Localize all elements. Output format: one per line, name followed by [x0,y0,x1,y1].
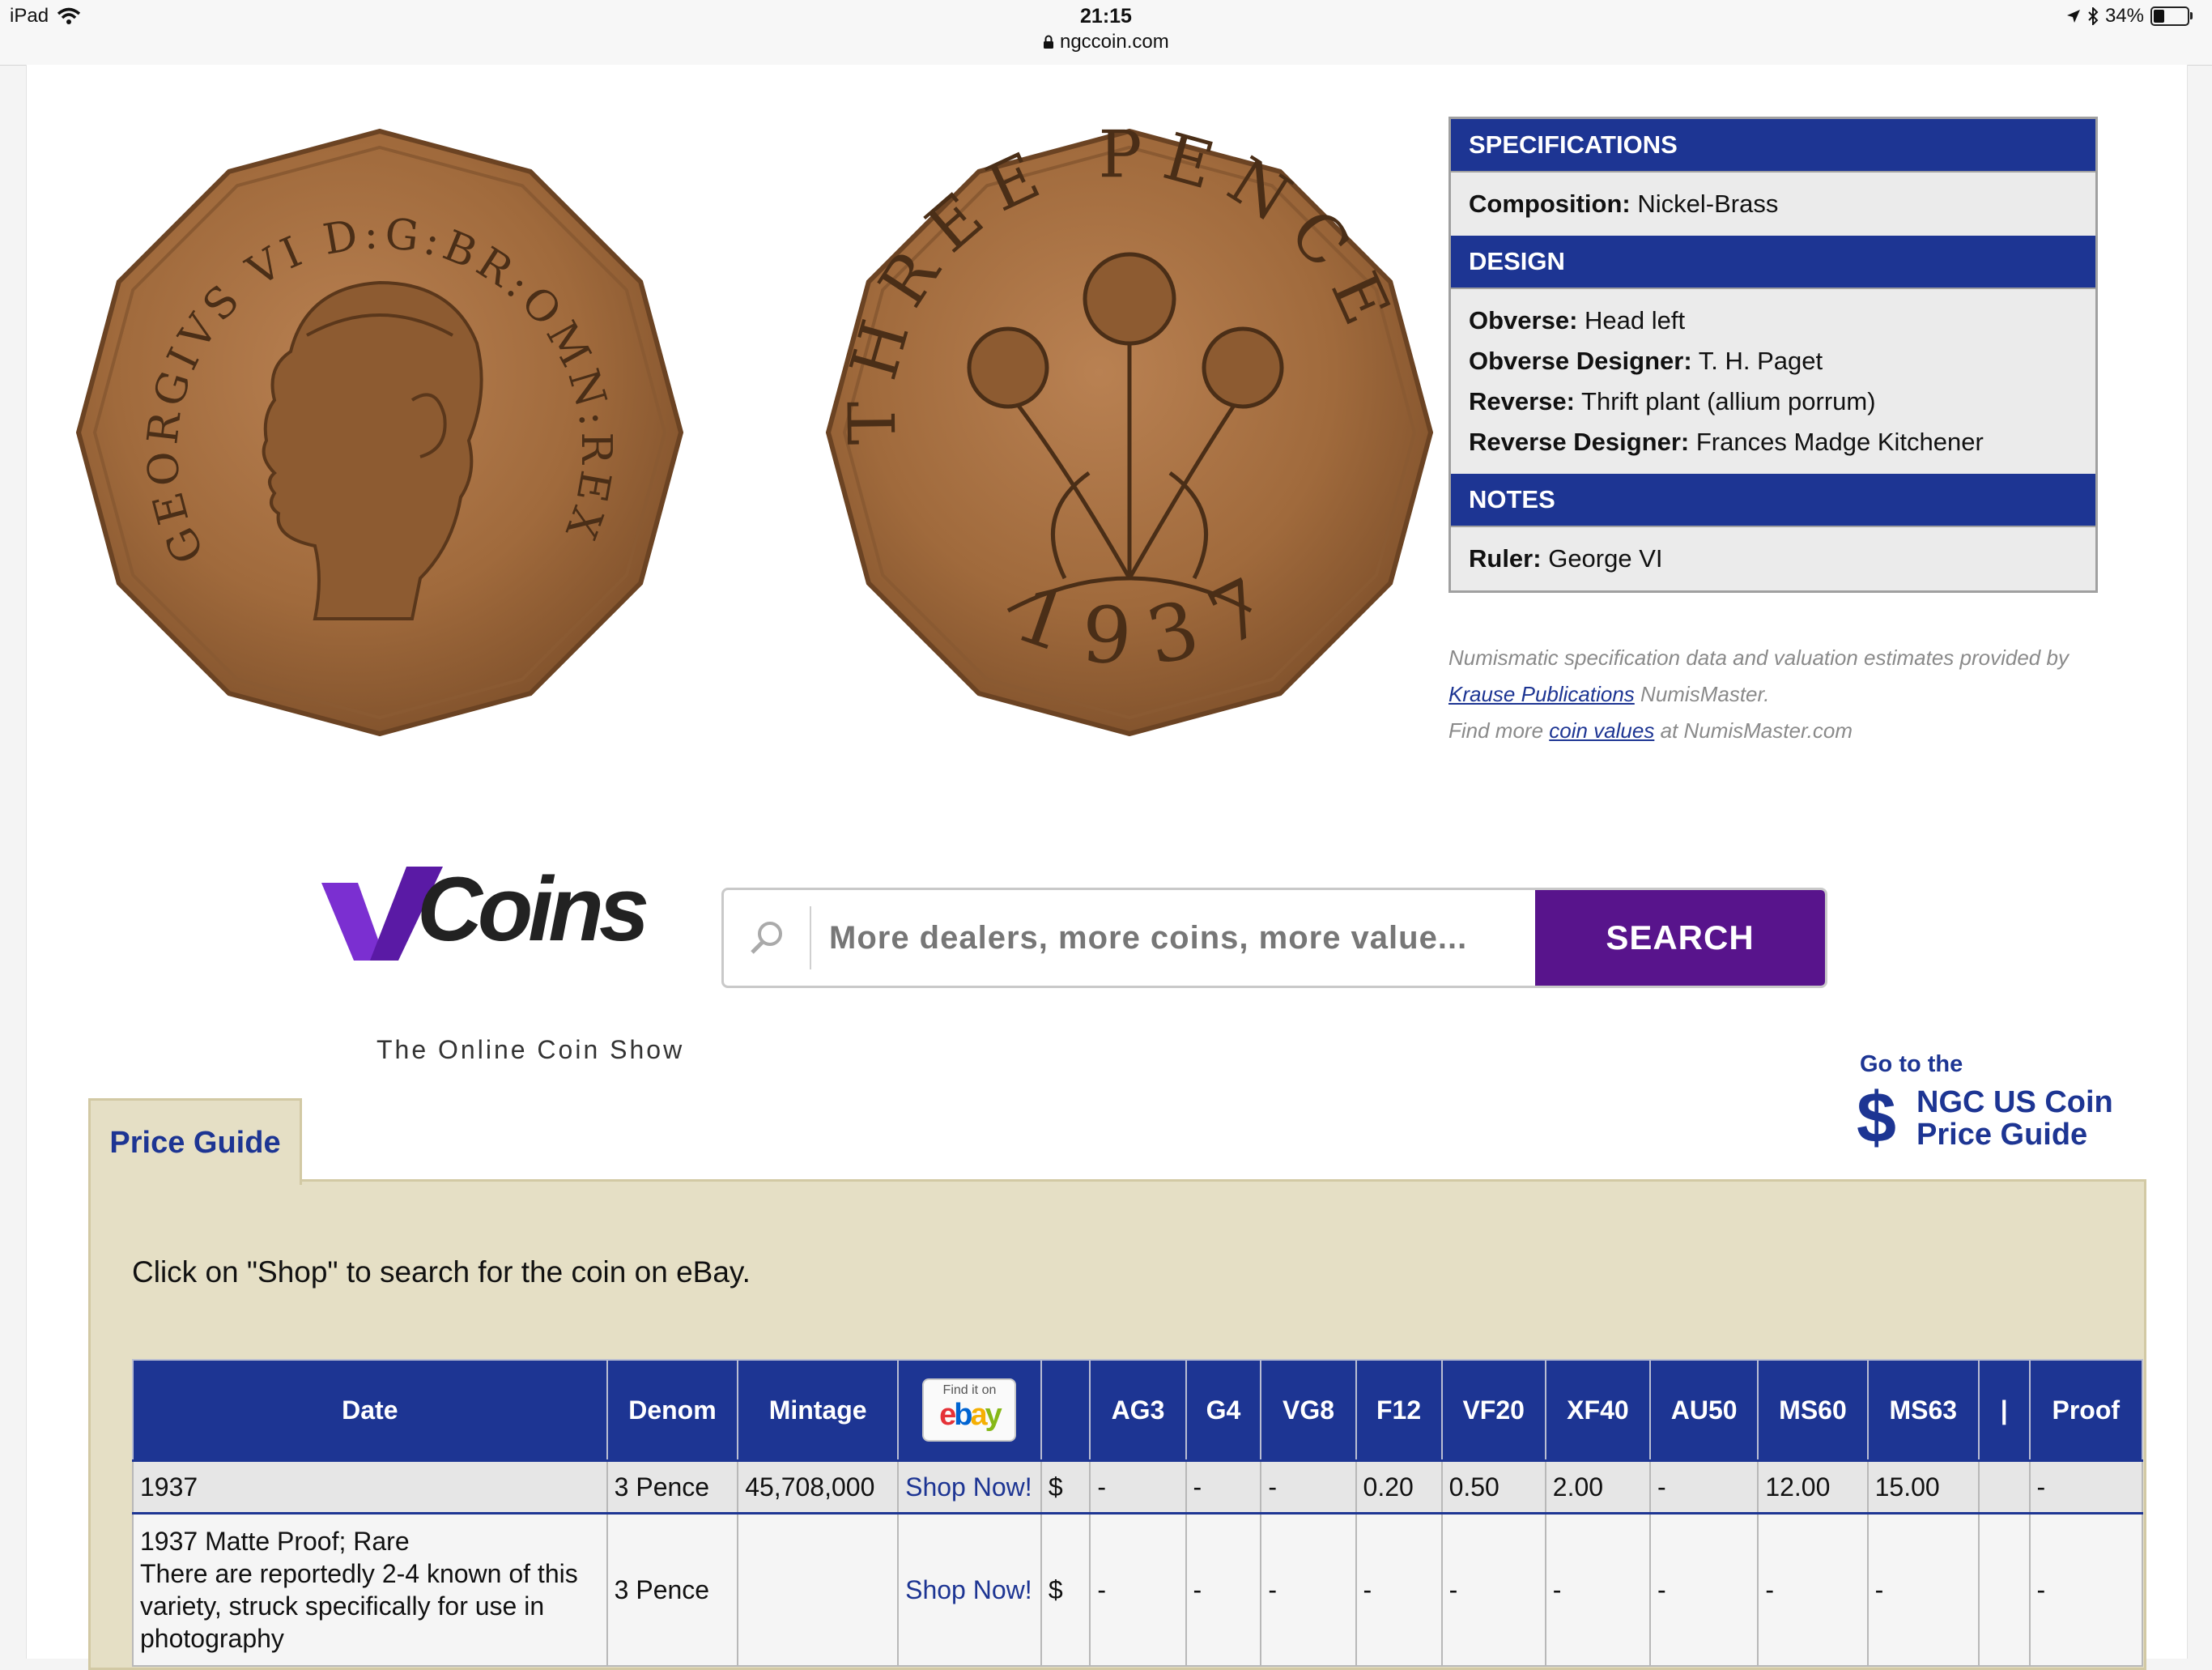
obverse-designer-row: Obverse Designer: T. H. Paget [1469,347,1823,375]
reverse-designer-row: Reverse Designer: Frances Madge Kitchene… [1469,428,1984,456]
vcoins-search-input[interactable]: More dealers, more coins, more value... [811,890,1535,986]
cell-currency: $ [1040,1459,1091,1515]
table-row: 1937 3 Pence 45,708,000 Shop Now! $ - - … [132,1459,2144,1515]
cell-denom: 3 Pence [606,1459,739,1515]
specifications-header: SPECIFICATIONS [1451,119,2095,173]
vcoins-logo[interactable]: Coins The Online Coin Show [321,857,694,1084]
price-guide-table: Date Denom Mintage Find it on ebay AG3 G… [132,1359,2144,1667]
col-vg8: VG8 [1260,1359,1357,1462]
col-mintage: Mintage [737,1359,900,1462]
cell-ag3: - [1089,1459,1187,1515]
cell-au50: - [1649,1459,1759,1515]
col-xf40: XF40 [1544,1359,1652,1462]
cell-vf20: 0.50 [1440,1459,1546,1515]
coin-obverse-image: GEORGIVS VI D:G:BR:OMN:REX F:D:IND:IMP: [72,125,684,737]
col-au50: AU50 [1649,1359,1759,1462]
battery-icon [2150,6,2193,26]
cell-vf20: - [1440,1512,1546,1667]
page-content: GEORGIVS VI D:G:BR:OMN:REX F:D:IND:IMP: … [26,65,2188,1670]
cell-denom: 3 Pence [606,1512,739,1667]
vcoins-tagline: The Online Coin Show [376,1035,685,1064]
cell-currency: $ [1040,1512,1091,1667]
battery-percent: 34% [2104,5,2144,27]
col-denom: Denom [606,1359,739,1462]
cell-shop: Shop Now! [897,1459,1042,1515]
status-bar: iPad 21:15 ngccoin.com 34% [0,0,2212,66]
specification-source-note: Numismatic specification data and valuat… [1448,645,2069,743]
col-f12: F12 [1355,1359,1443,1462]
price-guide-instruction: Click on "Shop" to search for the coin o… [132,1255,751,1289]
url-text: ngccoin.com [1059,31,1169,53]
find-it-on-ebay-badge: Find it on ebay [922,1378,1017,1442]
dollar-icon: $ [1857,1077,1896,1157]
cell-vg8: - [1260,1512,1357,1667]
col-ms60: MS60 [1757,1359,1869,1462]
cell-ms63: 15.00 [1866,1459,1980,1515]
col-vf20: VF20 [1440,1359,1546,1462]
col-currency [1040,1359,1091,1462]
cell-ag3: - [1089,1512,1187,1667]
design-header: DESIGN [1451,236,2095,289]
obverse-row: Obverse: Head left [1469,306,1686,334]
cell-ms60: - [1757,1512,1869,1667]
cell-au50: - [1649,1512,1759,1667]
cell-f12: - [1355,1512,1443,1667]
col-g4: G4 [1185,1359,1262,1462]
col-ag3: AG3 [1089,1359,1187,1462]
coin-values-link[interactable]: coin values [1549,718,1654,743]
cell-f12: 0.20 [1355,1459,1443,1515]
cell-date: 1937 [132,1459,608,1515]
ebay-logo-icon: ebay [939,1398,1002,1432]
search-icon [751,922,782,954]
col-ms63: MS63 [1866,1359,1980,1462]
cell-separator [1977,1459,2031,1515]
cell-xf40: - [1544,1512,1652,1667]
cell-shop: Shop Now! [897,1512,1042,1667]
col-ebay: Find it on ebay [897,1359,1042,1462]
cell-date: 1937 Matte Proof; Rare There are reporte… [132,1512,608,1667]
cell-g4: - [1185,1512,1262,1667]
cell-vg8: - [1260,1459,1357,1515]
vcoins-search-box: More dealers, more coins, more value... … [721,888,1827,988]
address-bar[interactable]: ngccoin.com [0,31,2212,53]
specifications-panel: SPECIFICATIONS Composition: Nickel-Brass… [1448,117,2098,593]
vcoins-search-button[interactable]: SEARCH [1535,890,1825,986]
table-header-row: Date Denom Mintage Find it on ebay AG3 G… [132,1359,2144,1462]
composition-row: Composition: Nickel-Brass [1469,190,1779,218]
reverse-row: Reverse: Thrift plant (allium porrum) [1469,387,1876,415]
cell-g4: - [1185,1459,1262,1515]
col-separator: | [1977,1359,2031,1462]
cell-mintage: 45,708,000 [737,1459,900,1515]
cell-proof: - [2028,1459,2144,1515]
coin-reverse-image: THREE PENCE 1937 [825,125,1434,737]
bluetooth-icon [2088,7,2099,25]
location-icon [2066,10,2080,23]
shop-now-link[interactable]: Shop Now! [905,1472,1032,1502]
notes-header: NOTES [1451,474,2095,527]
cell-xf40: 2.00 [1544,1459,1652,1515]
lock-icon [1044,35,1054,49]
ruler-row: Ruler: George VI [1469,544,1663,573]
cell-separator [1977,1512,2031,1667]
clock: 21:15 [1080,5,1132,28]
col-date: Date [132,1359,608,1462]
tab-price-guide[interactable]: Price Guide [88,1098,302,1185]
table-row: 1937 Matte Proof; Rare There are reporte… [132,1512,2144,1667]
cell-proof: - [2028,1512,2144,1667]
shop-now-link[interactable]: Shop Now! [905,1575,1032,1604]
cell-ms60: 12.00 [1757,1459,1869,1515]
battery-fill [2154,10,2164,23]
col-proof: Proof [2028,1359,2144,1462]
cell-mintage [737,1512,900,1667]
krause-publications-link[interactable]: Krause Publications [1448,682,1635,706]
cell-ms63: - [1866,1512,1980,1667]
